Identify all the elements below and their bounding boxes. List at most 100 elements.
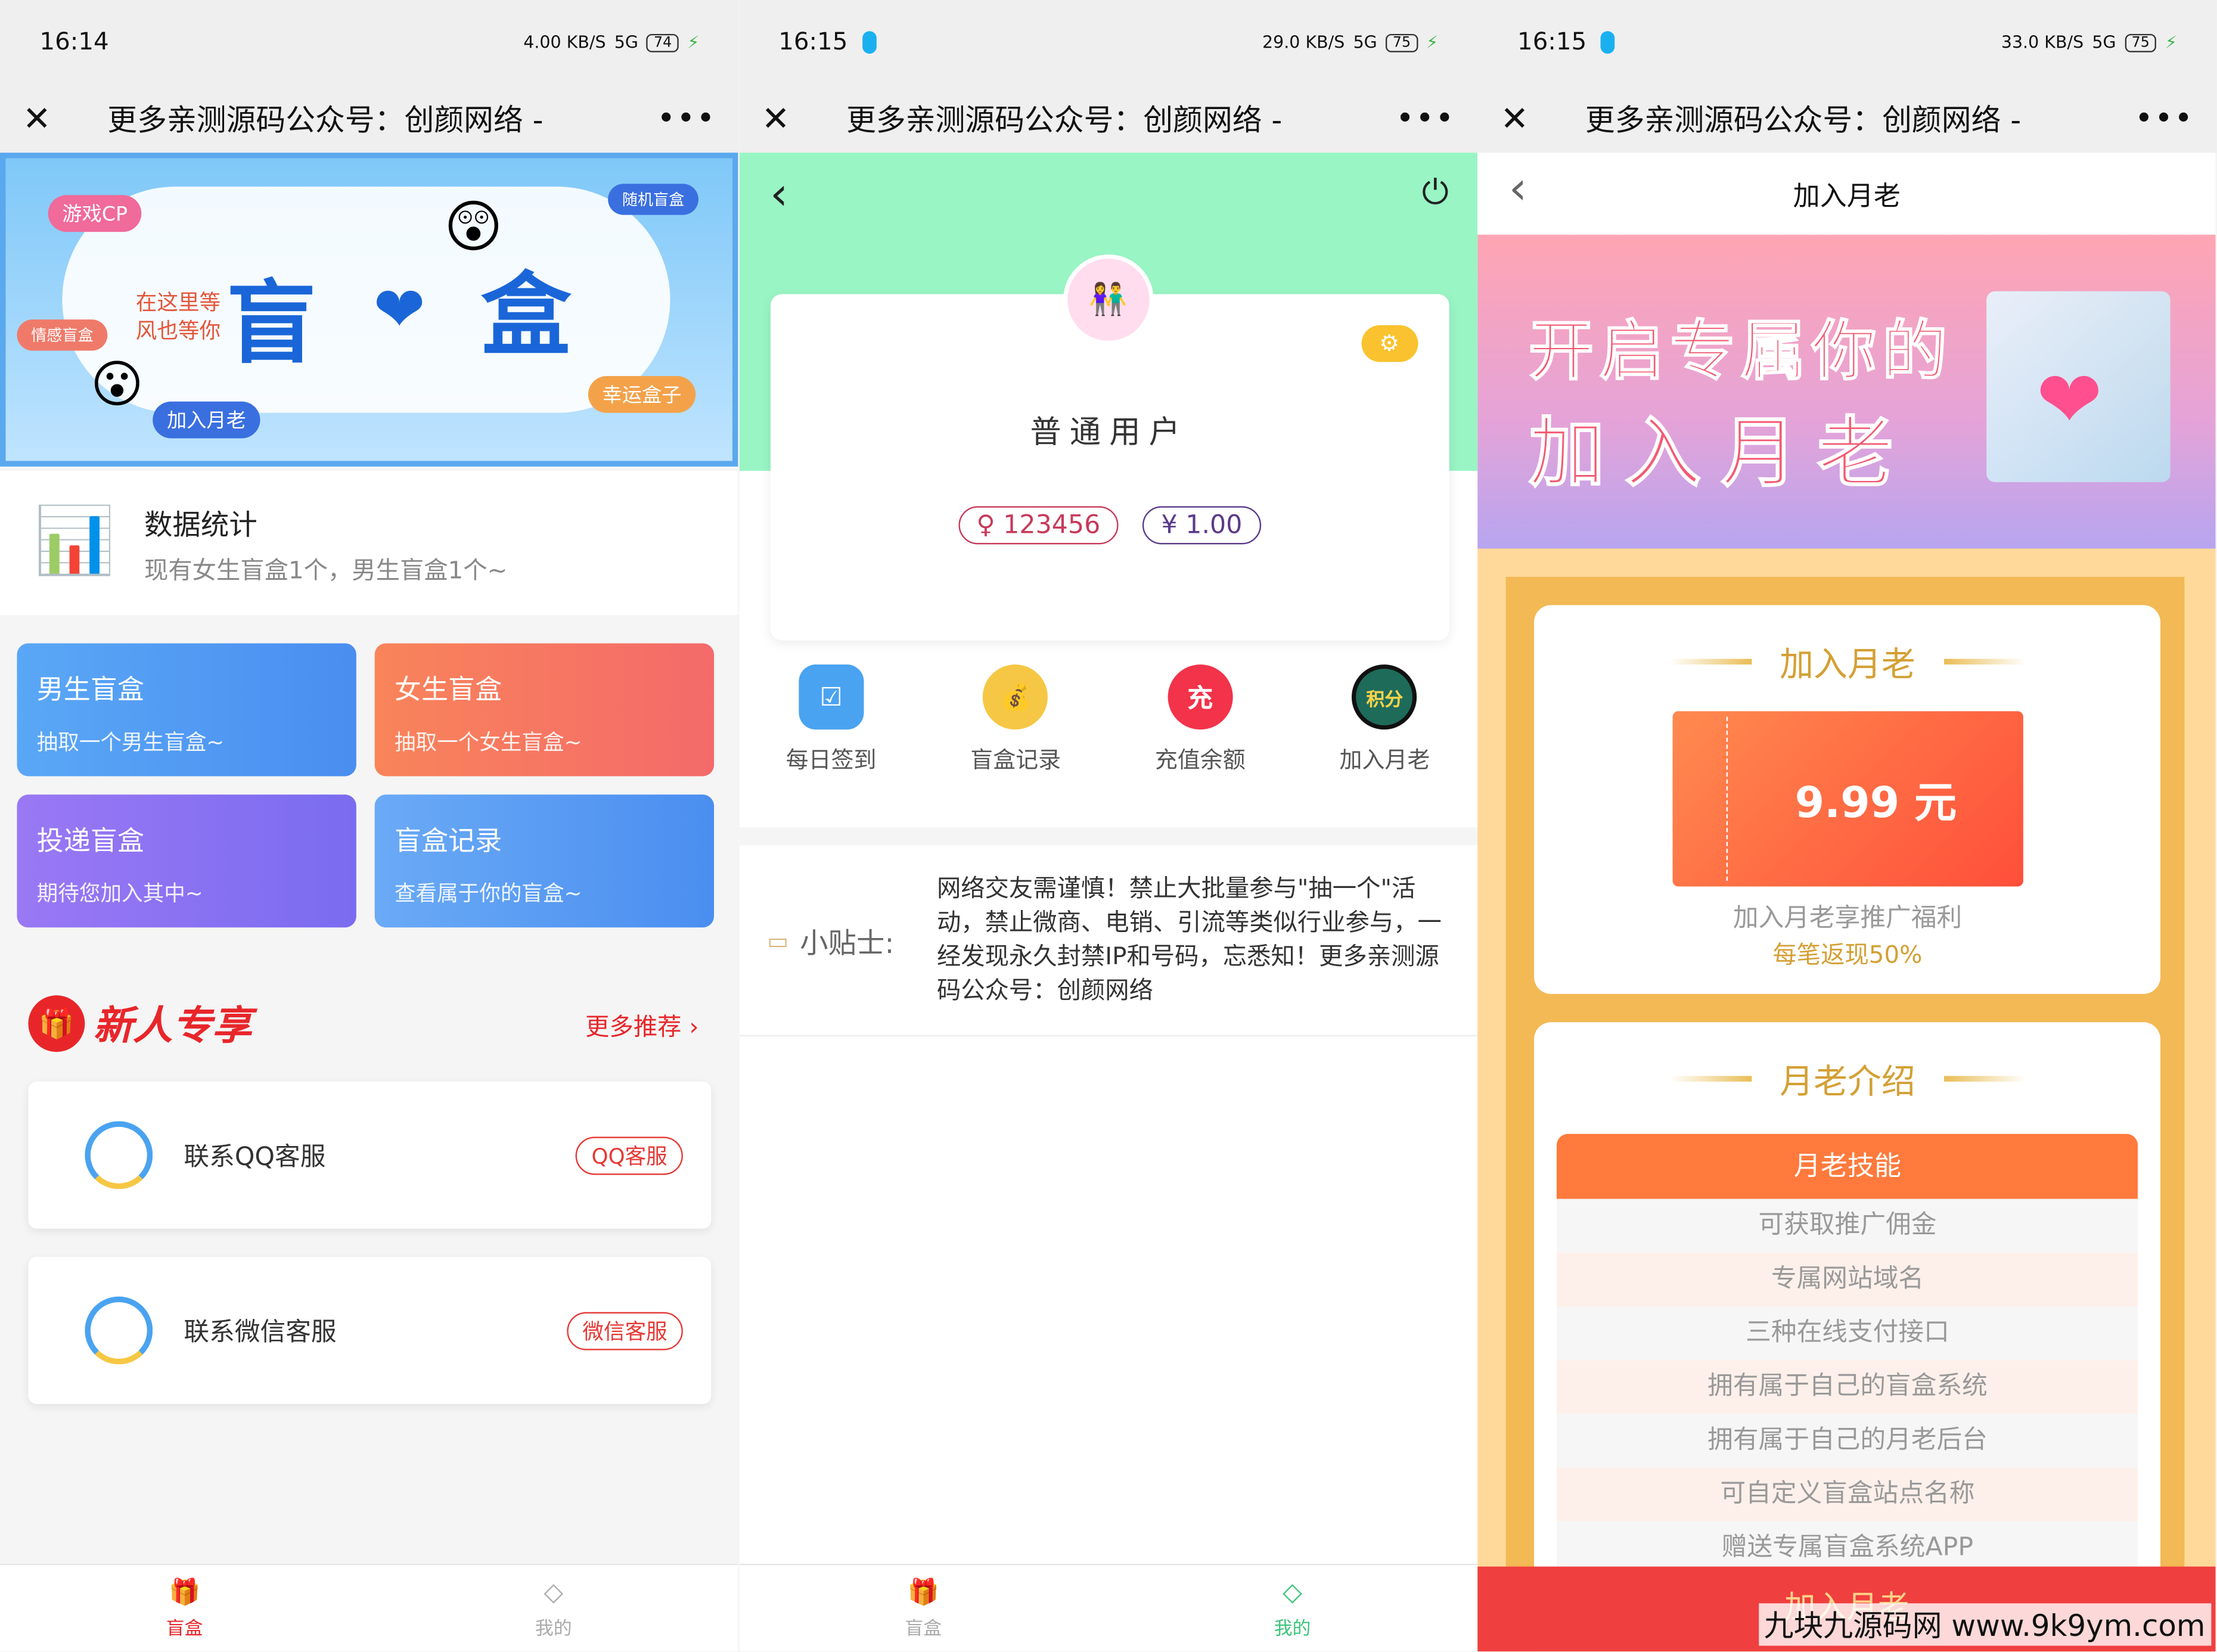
banner-tag: 幸运盒子 <box>588 376 696 413</box>
back-icon[interactable]: ‹ <box>1509 161 1527 215</box>
balance-badge: ¥ 1.00 <box>1142 506 1261 545</box>
tips-text: 网络交友需谨慎！禁止大批量参与"抽一个"活动，禁止微商、电销、引流等类似行业参与… <box>936 875 1442 1005</box>
banner-carousel[interactable]: 游戏CP 随机盲盒 情感盲盒 幸运盒子 加入月老 盲 ❤ 盒 在这里等风也等你 … <box>0 153 738 467</box>
grid-sub: 查看属于你的盲盒~ <box>394 881 582 906</box>
charging-icon: ⚡ <box>1426 32 1439 52</box>
close-icon[interactable]: ✕ <box>23 99 107 138</box>
menu-daily-checkin[interactable]: ☑ 每日签到 <box>739 664 924 827</box>
close-icon[interactable]: ✕ <box>1501 99 1585 138</box>
male-box-button[interactable]: 男生盲盒 抽取一个男生盲盒~ <box>17 643 356 777</box>
time: 16:15 <box>1517 28 1587 57</box>
skill-item: 可获取推广佣金 <box>1557 1198 2138 1253</box>
female-box-button[interactable]: 女生盲盒 抽取一个女生盲盒~ <box>374 643 715 777</box>
stats-subtitle: 现有女生盲盒1个，男生盲盒1个~ <box>144 557 508 586</box>
section-title: 加入月老 <box>1780 644 1915 685</box>
grid-title: 盲盒记录 <box>394 825 502 857</box>
points-badge-icon: 积分 <box>1352 664 1417 730</box>
box-record-button[interactable]: 盲盒记录查看属于你的盲盒~ <box>374 794 715 928</box>
tab-label: 我的 <box>535 1618 572 1639</box>
tab-blindbox[interactable]: 🎁 盲盒 <box>739 1565 1108 1651</box>
price-ticket[interactable]: 9.99 元 <box>1672 711 2023 887</box>
qq-icon <box>1601 31 1615 54</box>
banner-tag: 随机盲盒 <box>608 184 698 215</box>
page-title: 加入月老 <box>1793 180 1901 212</box>
menu-recharge[interactable]: 充充值余额 <box>1108 664 1293 827</box>
qq-service-button[interactable]: QQ客服 <box>576 1136 683 1175</box>
home-screen: 16:14 4.00 KB/S 5G 74 ⚡ ✕ 更多亲测源码公众号：创颜网络 - •••… <box>0 0 739 1651</box>
network: 5G <box>1353 32 1377 52</box>
diamond-icon: ◇ <box>544 1577 564 1607</box>
contact-wechat-card[interactable]: 联系微信客服 微信客服 <box>28 1257 712 1404</box>
more-icon[interactable]: ••• <box>2135 101 2194 136</box>
headset-icon <box>85 1121 153 1190</box>
skill-item: 拥有属于自己的月老后台 <box>1557 1414 2138 1468</box>
divider <box>1669 1075 1752 1081</box>
stats-section: 📊 数据统计 现有女生盲盒1个，男生盲盒1个~ <box>0 471 738 615</box>
heart-icon: ❤ <box>2036 355 2103 447</box>
settings-icon[interactable]: ⚙ <box>1361 325 1418 362</box>
status-bar: 16:14 4.00 KB/S 5G 74 ⚡ <box>0 0 739 85</box>
emoji-icon: 😮 <box>90 356 144 415</box>
banner-tag: 加入月老 <box>153 401 260 439</box>
status-bar: 16:15 33.0 KB/S 5G 75 ⚡ <box>1477 0 2217 85</box>
join-screen: 16:15 33.0 KB/S 5G 75 ⚡ ✕ 更多亲测源码公众号：创颜网络 - •••… <box>1477 0 2217 1651</box>
tab-label: 我的 <box>1274 1618 1311 1639</box>
price: 9.99 元 <box>1794 779 1957 829</box>
menu-join-matchmaker[interactable]: 积分 加入月老 <box>1293 664 1477 827</box>
tab-blindbox[interactable]: 🎁 盲盒 <box>0 1565 369 1651</box>
grid-sub: 期待您加入其中~ <box>36 881 203 906</box>
page-header: ‹ 加入月老 <box>1477 153 2216 235</box>
calendar-check-icon: ☑ <box>799 664 864 730</box>
user-type: 普通用户 <box>1030 415 1189 451</box>
yuan-icon: ¥ <box>1161 510 1178 541</box>
grid-title: 女生盲盒 <box>394 674 502 706</box>
skills-list: 可获取推广佣金 专属网站域名 三种在线支付接口 拥有属于自己的盲盒系统 拥有属于… <box>1557 1198 2138 1575</box>
tab-mine[interactable]: ◇ 我的 <box>1108 1565 1477 1651</box>
profile-screen: 16:15 29.0 KB/S 5G 75 ⚡ ✕ 更多亲测源码公众号：创颜网络 - •••… <box>738 0 1478 1651</box>
tab-label: 盲盒 <box>905 1618 942 1639</box>
tips-label: 小贴士: <box>800 925 895 959</box>
power-icon[interactable]: ⏻ <box>1422 172 1449 212</box>
banner-tag: 游戏CP <box>48 195 142 232</box>
menu-label: 每日签到 <box>785 746 877 774</box>
submit-box-button[interactable]: 投递盲盒期待您加入其中~ <box>17 794 356 928</box>
window-title: 更多亲测源码公众号：创颜网络 - <box>1585 103 2022 138</box>
menu-label: 加入月老 <box>1339 746 1430 774</box>
net-speed: 4.00 KB/S <box>523 32 606 52</box>
back-icon[interactable]: ‹ <box>770 167 788 221</box>
wechat-service-button[interactable]: 微信客服 <box>567 1311 683 1350</box>
skills-header: 月老技能 <box>1557 1134 2138 1199</box>
skill-item: 三种在线支付接口 <box>1557 1306 2138 1361</box>
skill-item: 拥有属于自己的盲盒系统 <box>1557 1360 2138 1414</box>
more-recommend-link[interactable]: 更多推荐 › <box>585 1007 698 1042</box>
heart-icon: ❤ <box>373 274 426 347</box>
user-id: 123456 <box>1003 510 1101 541</box>
time: 16:14 <box>39 28 109 57</box>
tab-bar: 🎁 盲盒 ◇ 我的 <box>0 1563 738 1651</box>
close-icon[interactable]: ✕ <box>762 99 846 138</box>
gift-icon: 🎁 <box>28 995 85 1052</box>
user-id-badge: ♀ 123456 <box>958 506 1119 545</box>
tab-mine[interactable]: ◇ 我的 <box>369 1565 738 1651</box>
tips-section: ▭ 小贴士: 网络交友需谨慎！禁止大批量参与"抽一个"活动，禁止微商、电销、引流等… <box>738 845 1477 1036</box>
contact-label: 联系微信客服 <box>184 1318 337 1347</box>
headset-icon <box>85 1296 153 1365</box>
rebate-text: 每笔返现50% <box>1772 942 1923 970</box>
net-speed: 33.0 KB/S <box>2001 32 2084 52</box>
divider <box>1669 658 1752 664</box>
menu-label: 充值余额 <box>1154 746 1246 774</box>
contact-qq-card[interactable]: 联系QQ客服 QQ客服 <box>28 1081 712 1229</box>
more-icon[interactable]: ••• <box>657 101 716 136</box>
menu-box-record[interactable]: 💰 盲盒记录 <box>923 664 1108 827</box>
balance: 1.00 <box>1185 510 1243 541</box>
more-icon[interactable]: ••• <box>1396 101 1455 136</box>
divider <box>1943 658 2026 664</box>
network: 5G <box>614 32 638 52</box>
gift-icon: 🎁 <box>907 1577 939 1607</box>
avatar[interactable]: 👫 <box>1063 254 1153 345</box>
banner-tag: 情感盲盒 <box>17 319 108 351</box>
more-label: 更多推荐 <box>585 1014 682 1042</box>
grid-title: 投递盲盒 <box>36 825 145 857</box>
banner-title: 盒 <box>480 264 572 369</box>
diamond-icon: ◇ <box>1283 1577 1303 1607</box>
